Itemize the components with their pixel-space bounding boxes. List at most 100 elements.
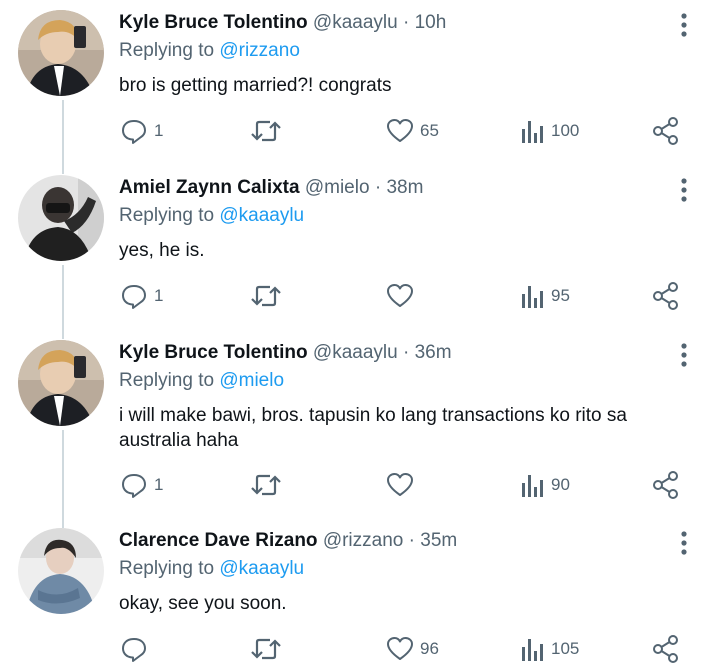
like-count: 96: [420, 639, 439, 658]
user-handle[interactable]: @kaaaylu: [313, 342, 398, 363]
action-bar: 1 95: [0, 281, 720, 311]
avatar[interactable]: [18, 528, 104, 614]
reply-count: 1: [154, 121, 164, 140]
reply-icon: [120, 471, 148, 499]
retweet-button[interactable]: [250, 470, 288, 500]
mention-link[interactable]: @mielo: [219, 370, 284, 391]
retweet-icon: [250, 117, 282, 145]
avatar[interactable]: [18, 175, 104, 261]
replying-label: Replying to: [119, 558, 220, 579]
timestamp[interactable]: 10h: [415, 12, 447, 33]
replying-label: Replying to: [119, 40, 220, 61]
like-button[interactable]: 96: [386, 634, 439, 664]
separator: ·: [397, 12, 415, 33]
views-button[interactable]: 95: [521, 281, 570, 311]
action-bar: 96 105: [0, 634, 720, 664]
replying-to: Replying to @rizzano: [119, 39, 300, 63]
replying-label: Replying to: [119, 205, 220, 226]
display-name[interactable]: Amiel Zaynn Calixta: [119, 177, 300, 198]
action-bar: 1 65 100: [0, 116, 720, 146]
display-name[interactable]: Clarence Dave Rizano: [119, 530, 318, 551]
share-icon: [652, 634, 680, 664]
share-icon: [652, 281, 680, 311]
retweet-icon: [250, 635, 282, 663]
tweet-header: Kyle Bruce Tolentino @kaaaylu · 10h: [119, 11, 446, 35]
display-name[interactable]: Kyle Bruce Tolentino: [119, 342, 308, 363]
mention-link[interactable]: @kaaaylu: [219, 205, 304, 226]
mention-link[interactable]: @kaaaylu: [219, 558, 304, 579]
user-handle[interactable]: @kaaaylu: [313, 12, 398, 33]
views-icon: [521, 635, 545, 663]
share-icon: [652, 470, 680, 500]
views-button[interactable]: 90: [521, 470, 570, 500]
view-count: 100: [551, 121, 580, 140]
share-button[interactable]: [652, 470, 680, 500]
views-icon: [521, 282, 545, 310]
share-button[interactable]: [652, 116, 680, 146]
timestamp[interactable]: 38m: [386, 177, 423, 198]
replying-to: Replying to @mielo: [119, 369, 284, 393]
like-button[interactable]: 65: [386, 116, 439, 146]
user-handle[interactable]: @mielo: [305, 177, 370, 198]
separator: ·: [397, 342, 415, 363]
share-button[interactable]: [652, 634, 680, 664]
like-count: 65: [420, 121, 439, 140]
views-button[interactable]: 105: [521, 634, 579, 664]
reply-button[interactable]: 1: [120, 281, 163, 311]
replying-label: Replying to: [119, 370, 220, 391]
heart-icon: [386, 471, 414, 499]
avatar[interactable]: [18, 10, 104, 96]
timestamp[interactable]: 36m: [415, 342, 452, 363]
reply-button[interactable]: 1: [120, 116, 163, 146]
tweet-header: Clarence Dave Rizano @rizzano · 35m: [119, 529, 457, 553]
view-count: 95: [551, 286, 570, 305]
like-button[interactable]: [386, 281, 420, 311]
view-count: 90: [551, 475, 570, 494]
user-handle[interactable]: @rizzano: [323, 530, 404, 551]
heart-icon: [386, 282, 414, 310]
reply-icon: [120, 117, 148, 145]
share-button[interactable]: [652, 281, 680, 311]
retweet-button[interactable]: [250, 116, 288, 146]
more-options-icon[interactable]: [672, 12, 696, 38]
tweet-header: Kyle Bruce Tolentino @kaaaylu · 36m: [119, 341, 452, 365]
reply-icon: [120, 282, 148, 310]
reply-button[interactable]: [120, 634, 154, 664]
reply-tweet[interactable]: Kyle Bruce Tolentino @kaaaylu · 36m Repl…: [0, 330, 720, 520]
view-count: 105: [551, 639, 580, 658]
reply-count: 1: [154, 286, 164, 305]
tweet-header: Amiel Zaynn Calixta @mielo · 38m: [119, 176, 423, 200]
views-icon: [521, 471, 545, 499]
more-options-icon[interactable]: [672, 177, 696, 203]
tweet-text: bro is getting married?! congrats: [119, 75, 392, 96]
views-icon: [521, 117, 545, 145]
replying-to: Replying to @kaaaylu: [119, 557, 304, 581]
heart-icon: [386, 117, 414, 145]
separator: ·: [403, 530, 421, 551]
reply-button[interactable]: 1: [120, 470, 163, 500]
heart-icon: [386, 635, 414, 663]
timestamp[interactable]: 35m: [420, 530, 457, 551]
share-icon: [652, 116, 680, 146]
reply-icon: [120, 635, 148, 663]
action-bar: 1 90: [0, 470, 720, 500]
retweet-button[interactable]: [250, 634, 288, 664]
replying-to: Replying to @kaaaylu: [119, 204, 304, 228]
reply-tweet[interactable]: Kyle Bruce Tolentino @kaaaylu · 10h Repl…: [0, 0, 720, 165]
retweet-icon: [250, 282, 282, 310]
separator: ·: [369, 177, 387, 198]
reply-tweet[interactable]: Clarence Dave Rizano @rizzano · 35m Repl…: [0, 518, 720, 669]
views-button[interactable]: 100: [521, 116, 579, 146]
tweet-text: okay, see you soon.: [119, 593, 287, 614]
reply-count: 1: [154, 475, 164, 494]
reply-tweet[interactable]: Amiel Zaynn Calixta @mielo · 38m Replyin…: [0, 165, 720, 330]
mention-link[interactable]: @rizzano: [219, 40, 300, 61]
display-name[interactable]: Kyle Bruce Tolentino: [119, 12, 308, 33]
retweet-button[interactable]: [250, 281, 288, 311]
avatar[interactable]: [18, 340, 104, 426]
retweet-icon: [250, 471, 282, 499]
more-options-icon[interactable]: [672, 530, 696, 556]
tweet-text: yes, he is.: [119, 240, 205, 261]
like-button[interactable]: [386, 470, 420, 500]
more-options-icon[interactable]: [672, 342, 696, 368]
